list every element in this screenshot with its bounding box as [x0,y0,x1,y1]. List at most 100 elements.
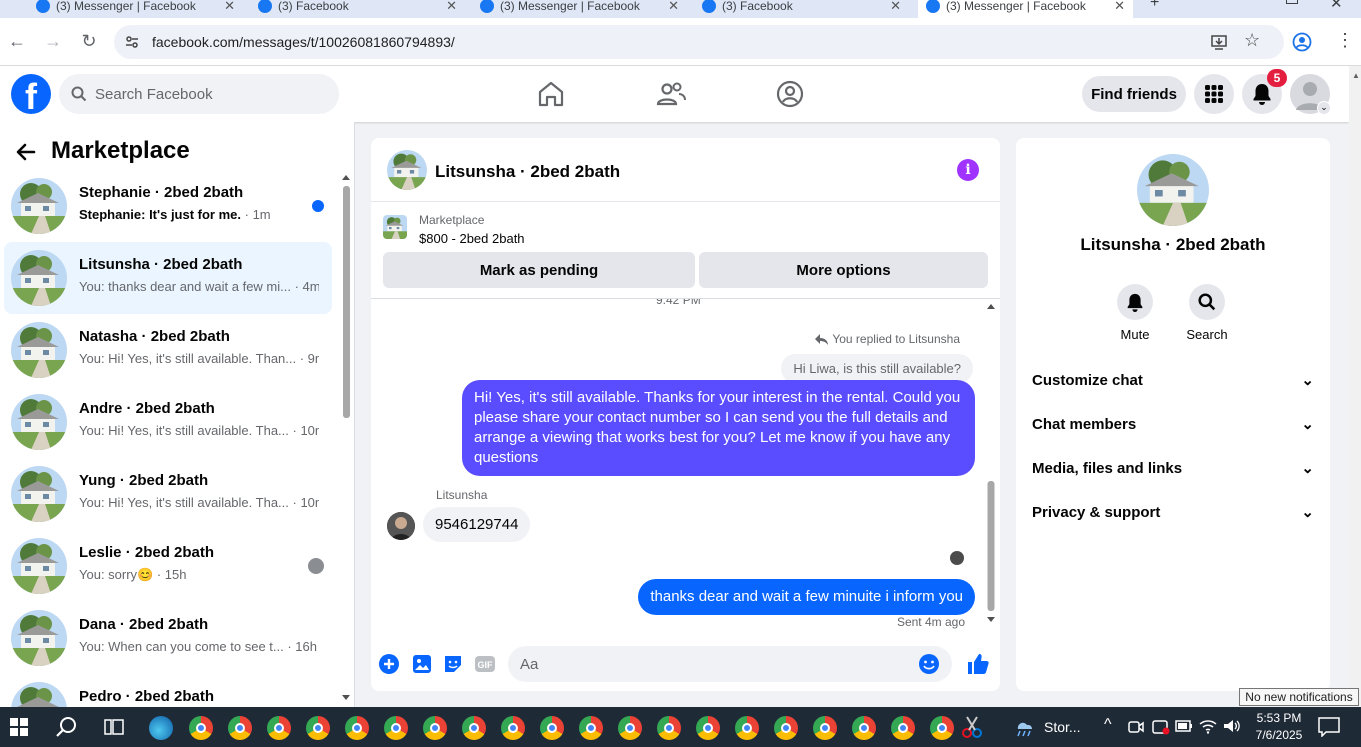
battery-icon[interactable] [1175,720,1193,732]
outgoing-message[interactable]: thanks dear and wait a few minuite i inf… [638,579,975,615]
message-input[interactable]: Aa [508,646,952,682]
mute-action[interactable]: Mute [1105,284,1165,342]
conversation-item[interactable]: Stephanie · 2bed 2bath Stephanie: It's ju… [4,170,332,242]
chrome-taskbar-icon[interactable] [462,716,486,740]
onedrive-error-icon[interactable] [1152,719,1170,735]
conversation-item[interactable]: Dana · 2bed 2bath You: When can you come … [4,602,332,674]
wifi-icon[interactable] [1199,718,1217,734]
outgoing-message[interactable]: Hi! Yes, it's still available. Thanks fo… [462,380,975,476]
install-app-icon[interactable] [1210,33,1228,51]
chrome-taskbar-icon[interactable] [532,707,572,747]
clock-time[interactable]: 5:53 PM [1253,711,1305,725]
mark-as-pending-button[interactable]: Mark as pending [383,252,695,288]
menu-grid-button[interactable] [1194,74,1234,114]
gif-icon[interactable]: GIF [473,652,497,676]
chrome-taskbar-icon[interactable] [267,716,291,740]
message-thread[interactable]: 9:42 PM You replied to Litsunsha Hi Liwa… [371,299,1000,629]
sender-avatar[interactable] [387,512,415,540]
chrome-taskbar-icon[interactable] [852,716,876,740]
chevron-up-icon[interactable]: ^ [1104,716,1112,734]
page-scrollbar[interactable]: ▲ [1349,66,1361,707]
emoji-icon[interactable] [918,653,940,675]
chrome-taskbar-icon[interactable] [228,716,252,740]
conversation-item[interactable]: Litsunsha · 2bed 2bath You: thanks dear a… [4,242,332,314]
volume-icon[interactable] [1223,718,1241,734]
conversation-item[interactable]: Pedro · 2bed 2bath [4,674,332,707]
chrome-taskbar-icon[interactable] [657,716,681,740]
incoming-message[interactable]: 9546129744 [423,507,531,542]
listing-thumbnail[interactable] [383,215,407,239]
conversation-item[interactable]: Leslie · 2bed 2bath You: sorry😊 · 15h [4,530,332,602]
notification-center-icon[interactable] [1318,717,1340,737]
plus-icon[interactable] [377,652,401,676]
address-bar[interactable]: facebook.com/messages/t/1002608186079489… [114,25,1284,59]
customize-chat-row[interactable]: Customize chat ⌄ [1032,358,1314,402]
weather-text[interactable]: Stor... [1044,719,1081,735]
friends-icon[interactable] [655,78,687,110]
facebook-logo-icon[interactable]: f [11,74,51,114]
windows-start-icon[interactable] [10,718,28,736]
close-tab-icon[interactable]: ✕ [890,0,901,14]
privacy-support-row[interactable]: Privacy & support ⌄ [1032,490,1314,534]
chrome-taskbar-icon[interactable] [813,716,837,740]
search-in-conversation-button[interactable] [1189,284,1225,320]
close-tab-icon[interactable]: ✕ [446,0,457,14]
groups-icon[interactable] [774,78,806,110]
clock-date[interactable]: 7/6/2025 [1251,728,1307,742]
browser-tab[interactable]: (3) Facebook ✕ [250,0,465,18]
chat-list-scrollbar[interactable] [341,174,351,704]
thread-scrollbar[interactable] [986,303,996,623]
weather-icon[interactable] [1012,717,1036,737]
snipping-tool-icon[interactable] [960,715,984,739]
close-tab-icon[interactable]: ✕ [1114,0,1125,14]
browser-menu-icon[interactable]: ⋮ [1336,30,1354,50]
scroll-up-icon[interactable]: ▲ [1352,71,1360,80]
chrome-taskbar-icon[interactable] [930,716,954,740]
chrome-taskbar-icon[interactable] [501,716,525,740]
close-tab-icon[interactable]: ✕ [224,0,235,14]
mute-button[interactable] [1117,284,1153,320]
chrome-taskbar-icon[interactable] [189,716,213,740]
home-icon[interactable] [535,78,567,110]
search-icon[interactable] [56,716,78,738]
chrome-taskbar-icon[interactable] [345,716,369,740]
task-view-icon[interactable] [104,717,124,737]
conversation-item[interactable]: Andre · 2bed 2bath You: Hi! Yes, it's sti… [4,386,332,458]
browser-tab[interactable]: (3) Messenger | Facebook ✕ [472,0,687,18]
close-window-icon[interactable]: ✕ [1330,0,1343,12]
close-tab-icon[interactable]: ✕ [668,0,679,14]
search-action[interactable]: Search [1177,284,1237,342]
chrome-taskbar-icon[interactable] [579,716,603,740]
account-chevron-icon[interactable]: ⌄ [1317,101,1331,115]
forward-arrow-icon[interactable]: → [42,30,64,52]
chrome-taskbar-icon[interactable] [384,716,408,740]
conversation-avatar[interactable] [387,150,427,190]
find-friends-button[interactable]: Find friends [1082,76,1186,112]
edge-browser-icon[interactable] [149,716,173,740]
conversation-item[interactable]: Yung · 2bed 2bath You: Hi! Yes, it's stil… [4,458,332,530]
bookmark-star-icon[interactable]: ☆ [1244,30,1260,51]
restore-window-icon[interactable] [1286,0,1298,4]
chat-members-row[interactable]: Chat members ⌄ [1032,402,1314,446]
media-files-links-row[interactable]: Media, files and links ⌄ [1032,446,1314,490]
chrome-taskbar-icon[interactable] [423,716,447,740]
chrome-taskbar-icon[interactable] [618,716,642,740]
chrome-taskbar-icon[interactable] [696,716,720,740]
chrome-taskbar-icon[interactable] [774,716,798,740]
listing-price-title[interactable]: $800 - 2bed 2bath [419,231,525,246]
reload-icon[interactable]: ↻ [78,30,100,52]
browser-tab[interactable]: (3) Facebook ✕ [694,0,909,18]
chrome-taskbar-icon[interactable] [735,716,759,740]
info-icon[interactable]: i [957,159,979,181]
meet-now-icon[interactable] [1128,719,1144,735]
chrome-taskbar-icon[interactable] [306,716,330,740]
back-arrow-icon[interactable] [14,140,38,164]
profile-icon[interactable] [1292,32,1312,52]
photo-icon[interactable] [410,652,434,676]
sticker-icon[interactable] [441,652,465,676]
conversation-title[interactable]: Litsunsha · 2bed 2bath [435,162,620,182]
facebook-search-input[interactable]: Search Facebook [59,74,339,114]
chrome-taskbar-icon[interactable] [891,716,915,740]
site-settings-icon[interactable] [124,34,140,50]
more-options-button[interactable]: More options [699,252,988,288]
